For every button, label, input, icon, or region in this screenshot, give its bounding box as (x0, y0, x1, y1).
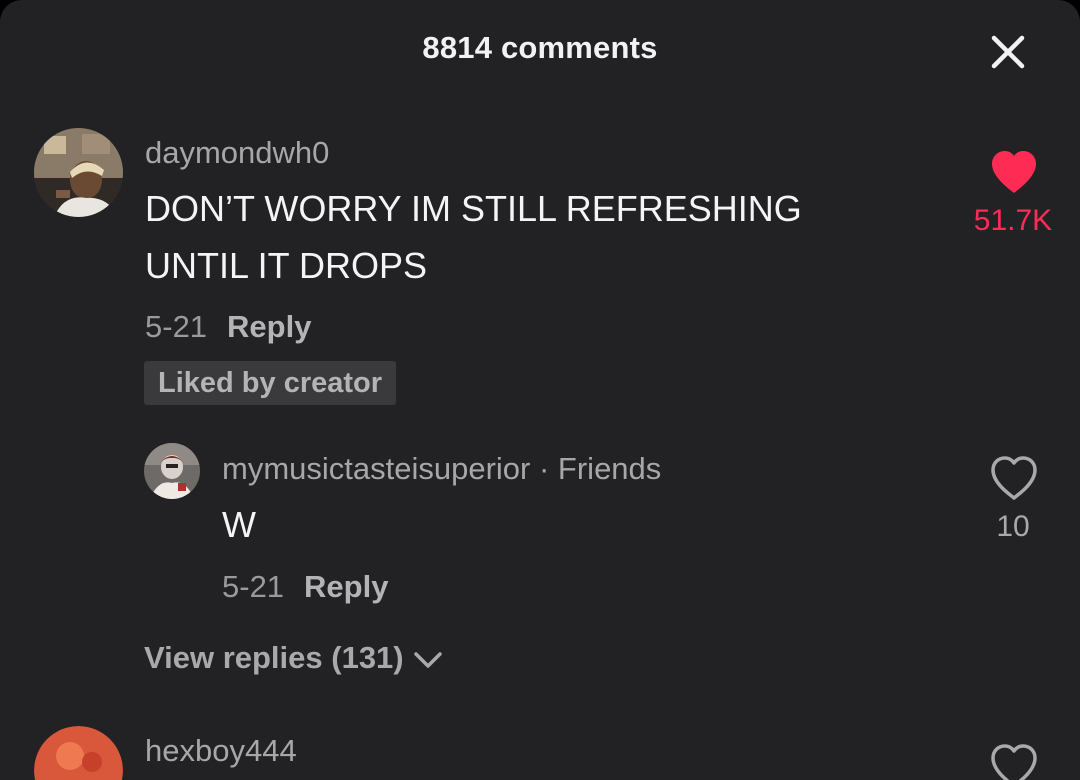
reply-like-button[interactable] (988, 454, 1040, 502)
reply-meta: 5-21 Reply (222, 569, 388, 605)
comment-meta: 5-21 Reply (145, 309, 311, 345)
heart-outline-icon (991, 744, 1037, 780)
close-button[interactable] (984, 28, 1032, 76)
view-replies-label: View replies (131) (144, 640, 404, 675)
liked-by-creator-badge: Liked by creator (144, 361, 397, 405)
reply-avatar[interactable] (144, 443, 200, 499)
view-replies-button[interactable]: View replies (131) (144, 640, 444, 676)
comments-count-title: 8814 comments (422, 30, 658, 65)
reply-reply-button[interactable]: Reply (304, 569, 388, 604)
comment-date: 5-21 (145, 309, 208, 344)
comment-text-line-2: UNTIL IT DROPS (145, 245, 428, 286)
chevron-down-icon (413, 652, 442, 668)
reply-date: 5-21 (222, 569, 285, 604)
next-comment-avatar[interactable] (34, 726, 123, 780)
comment-username[interactable]: daymondwh0 (145, 135, 329, 171)
like-button[interactable] (988, 148, 1040, 196)
friends-label: · Friends (530, 451, 662, 486)
comment-text-line-1: DON’T WORRY IM STILL REFRESHING (145, 188, 802, 229)
avatar[interactable] (34, 128, 123, 217)
reply-text: W (222, 504, 256, 545)
reply-username-text[interactable]: mymusictasteisuperior (222, 451, 530, 486)
close-icon (991, 35, 1025, 69)
heart-outline-icon (991, 456, 1037, 500)
next-comment-username[interactable]: hexboy444 (145, 733, 297, 769)
like-count: 51.7K (973, 204, 1053, 237)
next-comment-like-button[interactable] (988, 742, 1040, 780)
heart-filled-icon (992, 151, 1036, 193)
reply-button[interactable]: Reply (227, 309, 311, 344)
reply-like-count: 10 (996, 510, 1030, 543)
comments-sheet: 8814 comments daymondwh0 DON’T WORRY IM … (0, 0, 1080, 780)
reply-username[interactable]: mymusictasteisuperior · Friends (222, 451, 661, 487)
